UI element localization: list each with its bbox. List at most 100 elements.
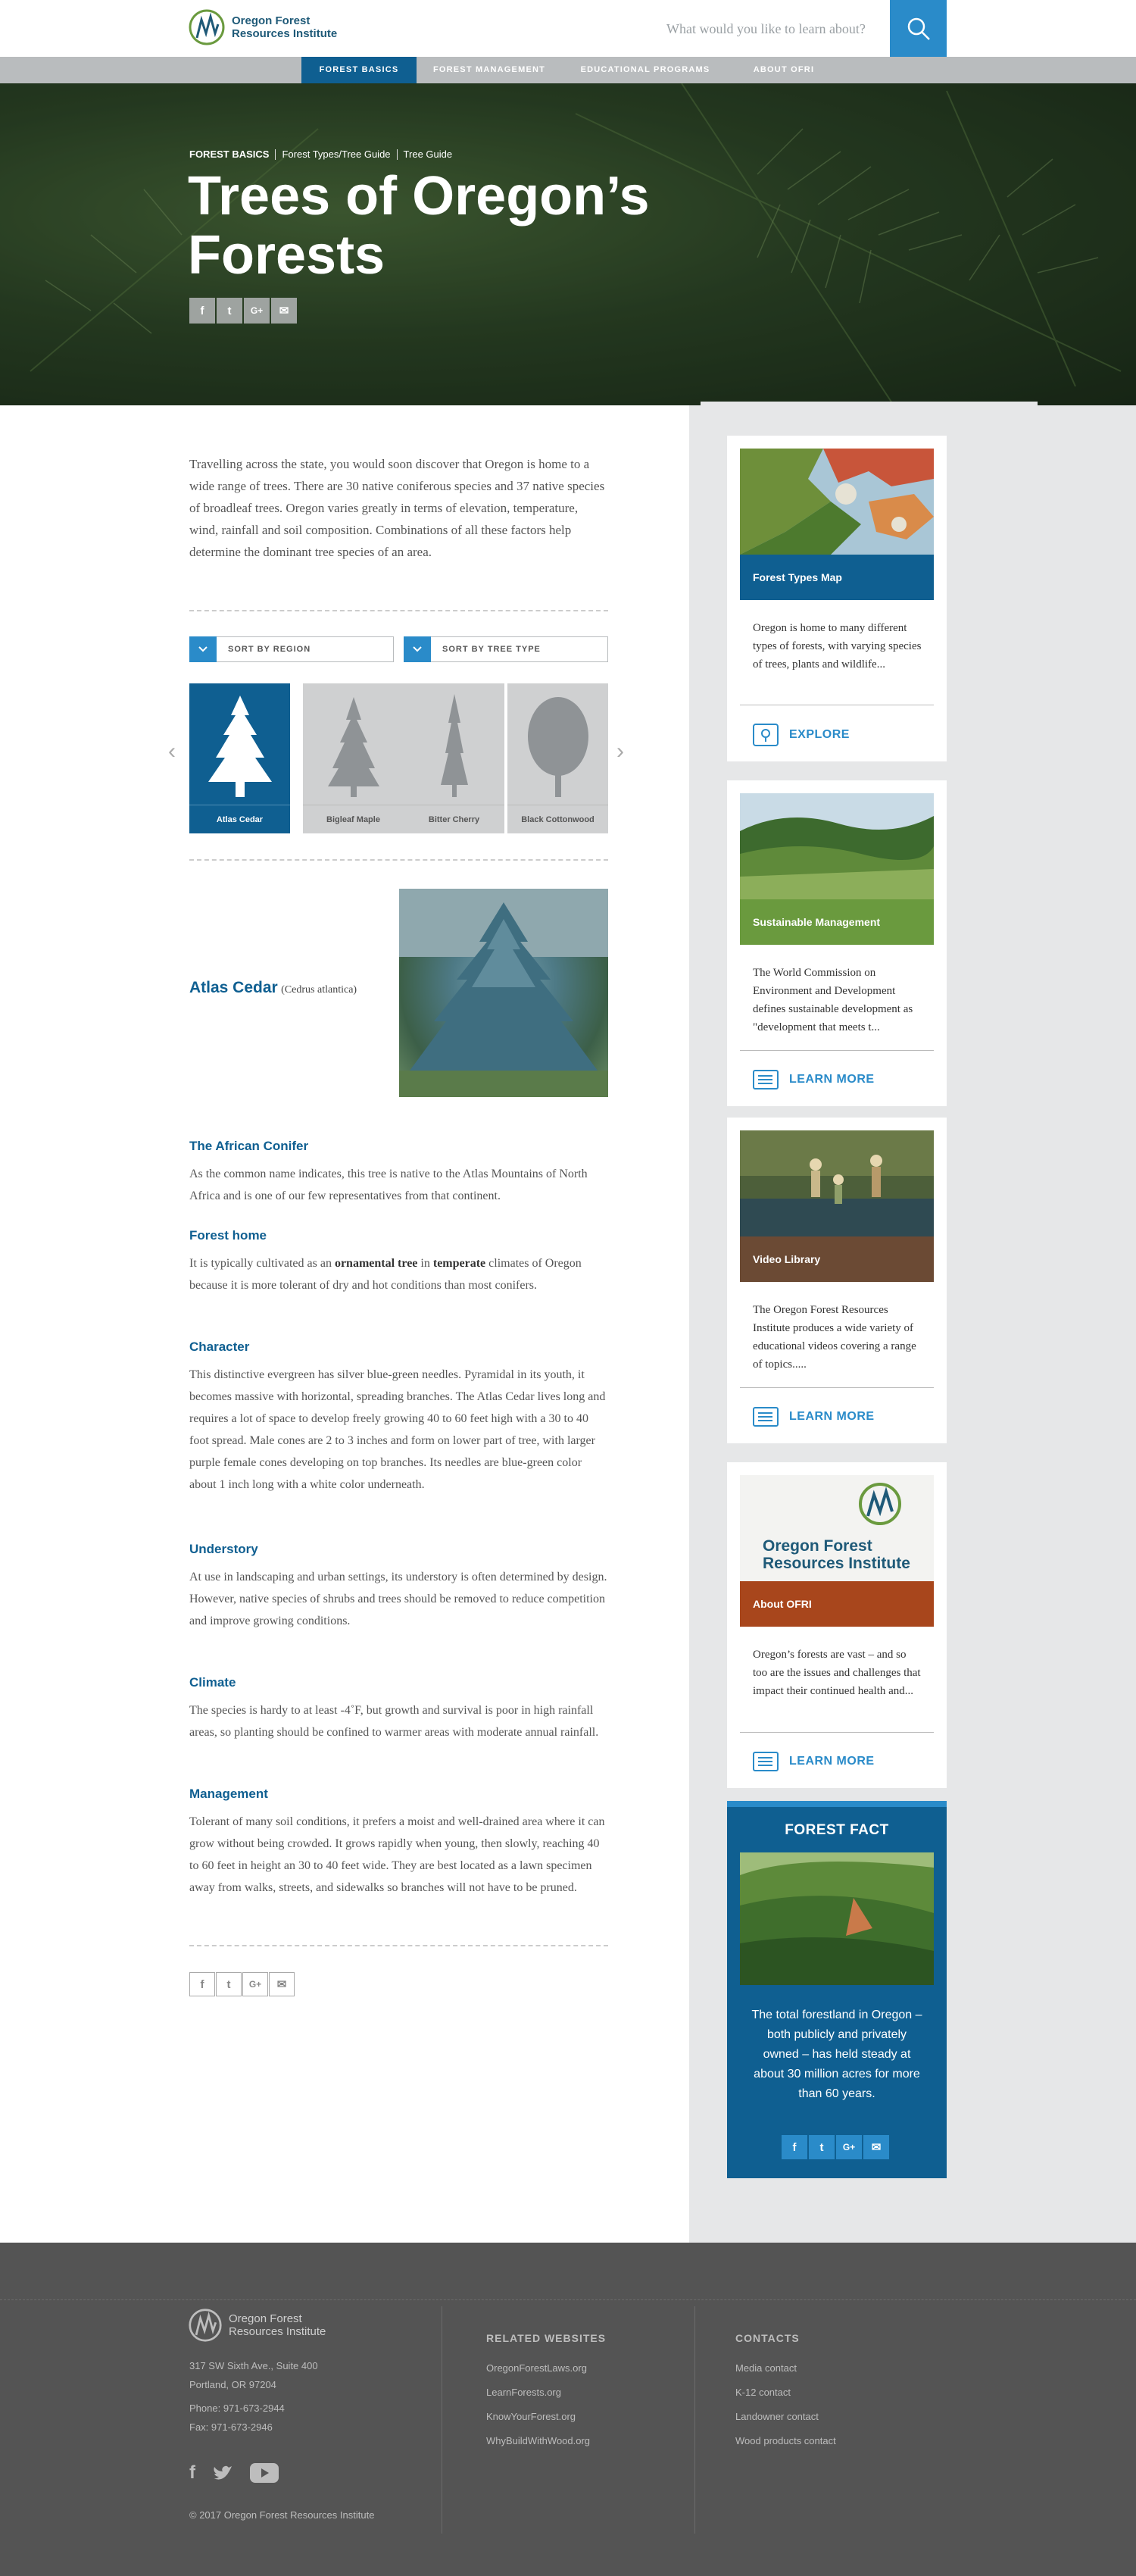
section-body-character: This distinctive evergreen has silver bl… bbox=[189, 1368, 606, 1491]
atlas-cedar-photo-illustration bbox=[399, 889, 608, 1097]
contact-link[interactable]: Media contact bbox=[735, 2356, 836, 2381]
tree-silhouette-icon bbox=[528, 697, 588, 797]
section-heading-management: Management bbox=[189, 1787, 268, 1801]
related-link[interactable]: KnowYourForest.org bbox=[486, 2405, 590, 2429]
nav-forest-management[interactable]: FOREST MANAGEMENT bbox=[417, 57, 562, 83]
card-about-ofri[interactable]: Oregon Forest Resources Institute About … bbox=[727, 1462, 947, 1788]
tree-card-label: Bigleaf Maple bbox=[303, 805, 404, 833]
about-ofri-logo-image: Oregon Forest Resources Institute bbox=[740, 1475, 934, 1581]
section-heading-climate: Climate bbox=[189, 1675, 236, 1690]
hero-share-buttons: f t G+ ✉ bbox=[189, 298, 297, 324]
breadcrumb-forest-basics[interactable]: FOREST BASICS bbox=[189, 148, 269, 160]
card-divider bbox=[740, 1050, 934, 1051]
sort-by-region-dropdown[interactable]: SORT BY REGION bbox=[189, 636, 394, 662]
card-video-library[interactable]: Video Library The Oregon Forest Resource… bbox=[727, 1118, 947, 1443]
sort-by-tree-type-dropdown[interactable]: SORT BY TREE TYPE bbox=[404, 636, 608, 662]
facebook-share-button[interactable]: f bbox=[189, 1972, 215, 1996]
contacts-list: Media contact K-12 contact Landowner con… bbox=[735, 2356, 836, 2453]
carousel-prev-arrow-icon[interactable]: ‹ bbox=[168, 739, 176, 764]
sustainable-management-image bbox=[740, 793, 934, 899]
hero-banner: FOREST BASICS Forest Types/Tree Guide Tr… bbox=[0, 83, 1136, 405]
tree-title: Atlas Cedar (Cedrus atlantica) bbox=[189, 979, 357, 997]
related-websites-heading: RELATED WEBSITES bbox=[486, 2332, 607, 2344]
site-logo[interactable]: Oregon Forest Resources Institute bbox=[188, 8, 337, 47]
nav-educational-programs[interactable]: EDUCATIONAL PROGRAMS bbox=[562, 57, 729, 83]
divider bbox=[189, 859, 608, 861]
related-link[interactable]: LearnForests.org bbox=[486, 2381, 590, 2405]
email-share-button[interactable]: ✉ bbox=[863, 2135, 889, 2159]
tree-card-label: Bitter Cherry bbox=[404, 805, 504, 833]
address-line-1: 317 SW Sixth Ave., Suite 400 bbox=[189, 2360, 318, 2371]
contact-link[interactable]: Wood products contact bbox=[735, 2429, 836, 2453]
footer-logo[interactable]: Oregon Forest Resources Institute bbox=[188, 2307, 326, 2343]
search-input[interactable]: What would you like to learn about? bbox=[666, 21, 866, 37]
twitter-share-button[interactable]: t bbox=[216, 1972, 242, 1996]
card-forest-types-map[interactable]: Forest Types Map Oregon is home to many … bbox=[727, 436, 947, 761]
section-heading-character: Character bbox=[189, 1340, 250, 1354]
tree-silhouette-icon bbox=[441, 694, 468, 797]
about-logo-text-line-1: Oregon Forest bbox=[763, 1537, 872, 1555]
forest-home-text-2: in bbox=[417, 1257, 433, 1270]
phone-number: Phone: 971-673-2944 bbox=[189, 2402, 285, 2414]
explore-link[interactable]: EXPLORE bbox=[753, 724, 850, 746]
carousel-next-arrow-icon[interactable]: › bbox=[616, 739, 624, 764]
learn-more-link[interactable]: LEARN MORE bbox=[753, 1407, 875, 1427]
page-title-line-2: Forests bbox=[188, 225, 385, 286]
footer-logo-line-2: Resources Institute bbox=[229, 2325, 326, 2338]
document-icon bbox=[753, 1070, 779, 1089]
forest-types-map-image bbox=[740, 449, 934, 555]
card-title: Sustainable Management bbox=[740, 899, 934, 945]
forest-fact-text: The total forestland in Oregon – both pu… bbox=[751, 2009, 922, 2100]
facebook-share-button[interactable]: f bbox=[782, 2135, 807, 2159]
email-share-button[interactable]: ✉ bbox=[271, 298, 297, 324]
card-description: Oregon is home to many different types o… bbox=[753, 622, 922, 671]
google-plus-share-button[interactable]: G+ bbox=[244, 298, 270, 324]
tree-photo bbox=[399, 889, 608, 1097]
contact-link[interactable]: Landowner contact bbox=[735, 2405, 836, 2429]
section-body-management: Tolerant of many soil conditions, it pre… bbox=[189, 1815, 605, 1894]
document-icon bbox=[753, 1407, 779, 1427]
map-explore-icon bbox=[753, 724, 779, 746]
learn-more-link[interactable]: LEARN MORE bbox=[753, 1070, 875, 1089]
tree-card-bitter-cherry[interactable]: Bitter Cherry bbox=[404, 683, 504, 833]
footer-logo-line-1: Oregon Forest bbox=[229, 2312, 302, 2325]
about-logo-text-line-2: Resources Institute bbox=[763, 1555, 910, 1572]
twitter-share-button[interactable]: t bbox=[809, 2135, 835, 2159]
footer-column-divider bbox=[694, 2306, 695, 2534]
google-plus-share-button[interactable]: G+ bbox=[242, 1972, 268, 1996]
learn-more-link[interactable]: LEARN MORE bbox=[753, 1752, 875, 1771]
card-description: The Oregon Forest Resources Institute pr… bbox=[753, 1304, 916, 1371]
address-line-2: Portland, OR 97204 bbox=[189, 2379, 276, 2390]
breadcrumb: FOREST BASICS Forest Types/Tree Guide Tr… bbox=[189, 148, 452, 160]
forest-home-text-1: It is typically cultivated as an bbox=[189, 1257, 335, 1270]
section-heading-african-conifer: The African Conifer bbox=[189, 1139, 309, 1153]
tree-card-atlas-cedar[interactable]: Atlas Cedar bbox=[189, 683, 290, 833]
youtube-icon[interactable] bbox=[250, 2463, 279, 2483]
twitter-icon[interactable] bbox=[212, 2464, 233, 2482]
nav-about-ofri[interactable]: ABOUT OFRI bbox=[729, 57, 839, 83]
tree-card-bigleaf-maple[interactable]: Bigleaf Maple bbox=[303, 683, 404, 833]
breadcrumb-forest-types[interactable]: Forest Types/Tree Guide bbox=[282, 148, 390, 160]
video-library-image bbox=[740, 1130, 934, 1236]
document-icon bbox=[753, 1752, 779, 1771]
google-plus-share-button[interactable]: G+ bbox=[836, 2135, 862, 2159]
twitter-share-button[interactable]: t bbox=[217, 298, 242, 324]
ofri-logo-icon bbox=[189, 9, 225, 45]
contact-link[interactable]: K-12 contact bbox=[735, 2381, 836, 2405]
tree-scientific-name: (Cedrus atlantica) bbox=[281, 984, 357, 996]
tree-silhouette-icon bbox=[208, 696, 272, 797]
related-link[interactable]: OregonForestLaws.org bbox=[486, 2356, 590, 2381]
search-button[interactable] bbox=[890, 0, 947, 57]
email-share-button[interactable]: ✉ bbox=[269, 1972, 295, 1996]
chevron-down-icon bbox=[404, 636, 431, 662]
footer-address: 317 SW Sixth Ave., Suite 400 Portland, O… bbox=[189, 2356, 318, 2437]
card-sustainable-management[interactable]: Sustainable Management The World Commiss… bbox=[727, 780, 947, 1106]
nav-forest-basics[interactable]: FOREST BASICS bbox=[301, 57, 417, 83]
breadcrumb-tree-guide[interactable]: Tree Guide bbox=[404, 148, 453, 160]
tree-card-black-cottonwood[interactable]: Black Cottonwood bbox=[507, 683, 608, 833]
tree-silhouette-icon bbox=[328, 697, 379, 797]
section-body-climate: The species is hardy to at least -4˚F, b… bbox=[189, 1704, 599, 1739]
facebook-icon[interactable]: f bbox=[189, 2462, 195, 2484]
related-link[interactable]: WhyBuildWithWood.org bbox=[486, 2429, 590, 2453]
facebook-share-button[interactable]: f bbox=[189, 298, 215, 324]
